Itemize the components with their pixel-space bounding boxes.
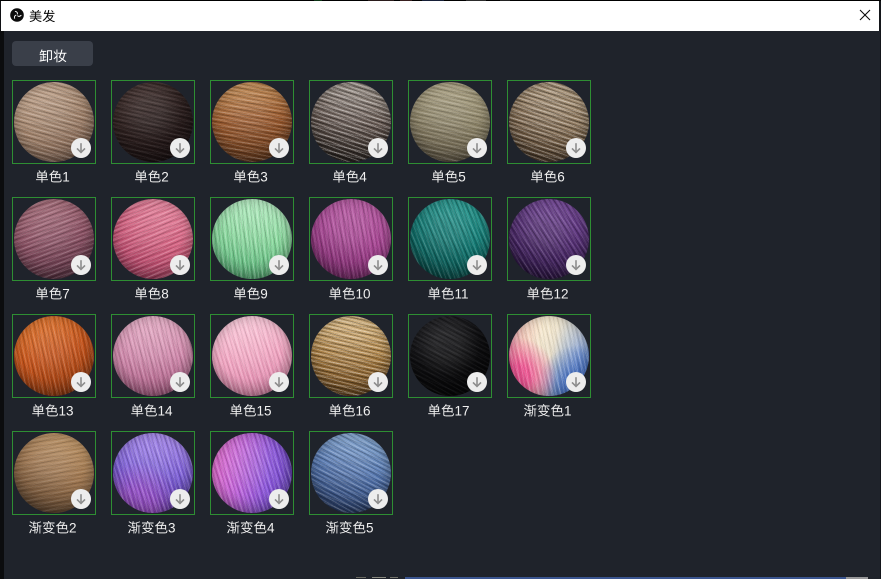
svg-text:14: 14	[157, 404, 173, 419]
svg-text:3: 3	[260, 170, 268, 185]
svg-text:17: 17	[454, 404, 469, 419]
svg-text:1: 1	[564, 404, 572, 419]
svg-text:2: 2	[69, 521, 77, 536]
svg-text:13: 13	[58, 404, 73, 419]
svg-text:4: 4	[359, 170, 367, 185]
svg-text:10: 10	[355, 287, 370, 302]
svg-text:16: 16	[355, 404, 370, 419]
svg-text:15: 15	[256, 404, 271, 419]
svg-text:5: 5	[458, 170, 466, 185]
svg-text:9: 9	[260, 287, 268, 302]
svg-text:6: 6	[557, 170, 565, 185]
svg-text:7: 7	[62, 287, 70, 302]
svg-text:11: 11	[454, 287, 468, 302]
svg-text:5: 5	[366, 521, 374, 536]
svg-text:3: 3	[168, 521, 176, 536]
svg-text:12: 12	[553, 287, 568, 302]
svg-text:4: 4	[267, 521, 275, 536]
svg-text:1: 1	[62, 170, 70, 185]
svg-text:2: 2	[161, 170, 169, 185]
svg-text:8: 8	[161, 287, 169, 302]
